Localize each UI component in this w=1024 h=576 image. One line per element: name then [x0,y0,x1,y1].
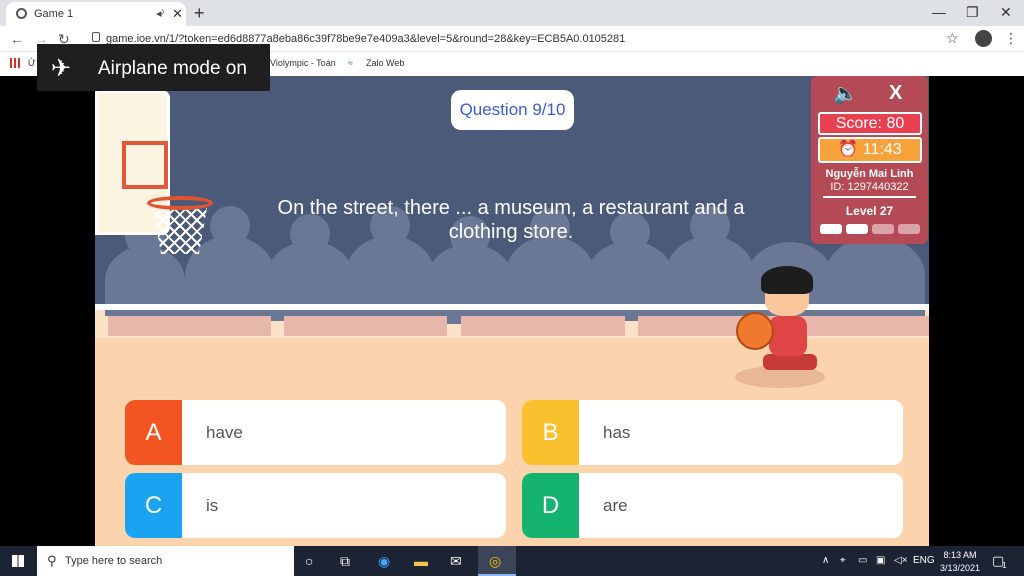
airplane-mode-toast: ✈ Airplane mode on [37,44,270,91]
answer-option-d[interactable]: D are [522,473,903,538]
apps-grid-icon[interactable] [10,58,20,68]
answer-text: is [206,496,219,515]
search-placeholder: Type here to search [65,555,163,567]
cortana-icon[interactable]: ○ [305,553,313,569]
court-rail-segment [108,316,271,336]
search-icon: ⚲ [47,553,57,568]
chrome-taskbar-item[interactable]: ◎ [478,546,516,576]
divider [823,196,916,198]
mail-icon[interactable]: ✉ [450,553,462,570]
timer-display: ⏰ 11:43 [818,137,922,163]
answer-text: have [206,423,243,442]
basketball-hoop [147,196,213,210]
network-icon[interactable]: ⌖ [840,555,846,566]
score-display: Score: 80 [818,112,922,135]
progress-pip [898,224,920,234]
task-view-icon[interactable]: ⧉ [340,553,350,570]
tab-title: Game 1 [34,8,74,20]
progress-pip [820,224,842,234]
basketball-icon [736,312,774,350]
court-rail-segment [461,316,625,336]
player-id: ID: 1297440322 [830,181,909,193]
player-body [769,316,807,356]
browser-tab-strip: Game 1 ◂⁾ ✕ + — ❐ ✕ [0,0,1024,26]
tray-chevron-icon[interactable]: ∧ [822,555,829,566]
player-hair [761,266,813,294]
progress-pip [872,224,894,234]
answer-letter: B [522,400,579,465]
new-tab-button[interactable]: + [194,3,205,24]
answer-letter: D [522,473,579,538]
zalo-icon: ≈ [348,58,353,68]
taskbar-search-box[interactable]: ⚲ Type here to search [37,546,294,576]
clock-date[interactable]: 3/13/2021 [935,563,985,573]
answer-letter: C [125,473,182,538]
level-label: Level 27 [845,204,894,218]
question-text: On the street, there ... a museum, a res… [277,197,745,243]
bookmark-violympic[interactable]: Violympic - Toán [270,58,336,68]
clock-time[interactable]: 8:13 AM [935,550,985,560]
menu-dots-icon[interactable]: ⋮ [1004,30,1018,47]
score-panel: 🔈 X Score: 80 ⏰ 11:43 Nguyễn Mai Linh ID… [811,76,928,244]
language-indicator[interactable]: ENG [913,555,935,566]
speaker-icon[interactable]: ◂⁾ [156,7,164,20]
player-legs [763,354,817,370]
browser-tab[interactable]: Game 1 ◂⁾ ✕ [6,2,186,26]
bookmark-zalo[interactable]: Zalo Web [366,58,404,68]
minimize-button[interactable]: — [932,4,946,20]
game-canvas: Question 9/10 On the street, there ... a… [95,76,929,546]
bookmark-item[interactable]: Ứ [28,58,36,68]
player-name: Nguyễn Mai Linh [825,168,914,180]
file-explorer-icon[interactable]: ▬ [414,553,428,569]
restore-button[interactable]: ❐ [966,4,979,21]
basketball-net [153,208,207,254]
account-icon[interactable] [975,30,992,47]
airplane-icon: ✈ [51,55,72,82]
lock-icon [92,32,100,42]
volume-icon[interactable]: ◁× [894,555,908,566]
exit-game-button[interactable]: X [889,82,902,105]
globe-icon [16,8,27,19]
answer-option-b[interactable]: B has [522,400,903,465]
tab-close-button[interactable]: ✕ [172,6,183,22]
back-arrow-icon[interactable]: ← [10,31,24,47]
court-rail-segment [284,316,447,336]
answer-option-c[interactable]: C is [125,473,506,538]
windows-taskbar: ⚲ Type here to search ○ ⧉ ◉ ▬ ✉ ◎ ∧ ⌖ ▭ … [0,546,1024,576]
question-counter: Question 9/10 [451,90,574,130]
chrome-icon: ◎ [489,553,502,569]
answer-letter: A [125,400,182,465]
answer-text: has [603,423,631,442]
toast-text: Airplane mode on [98,58,247,79]
edge-icon[interactable]: ◉ [378,553,390,570]
answer-text: are [603,496,628,515]
windows-start-icon[interactable] [12,555,24,567]
progress-pip [846,224,868,234]
bookmark-star-icon[interactable]: ☆ [946,30,959,47]
close-window-button[interactable]: ✕ [1000,4,1012,21]
notification-count: 1 [1002,561,1007,570]
battery-icon[interactable]: ▭ [858,555,867,566]
answer-option-a[interactable]: A have [125,400,506,465]
sound-icon[interactable]: 🔈 [833,81,858,106]
display-icon[interactable]: ▣ [876,555,885,566]
